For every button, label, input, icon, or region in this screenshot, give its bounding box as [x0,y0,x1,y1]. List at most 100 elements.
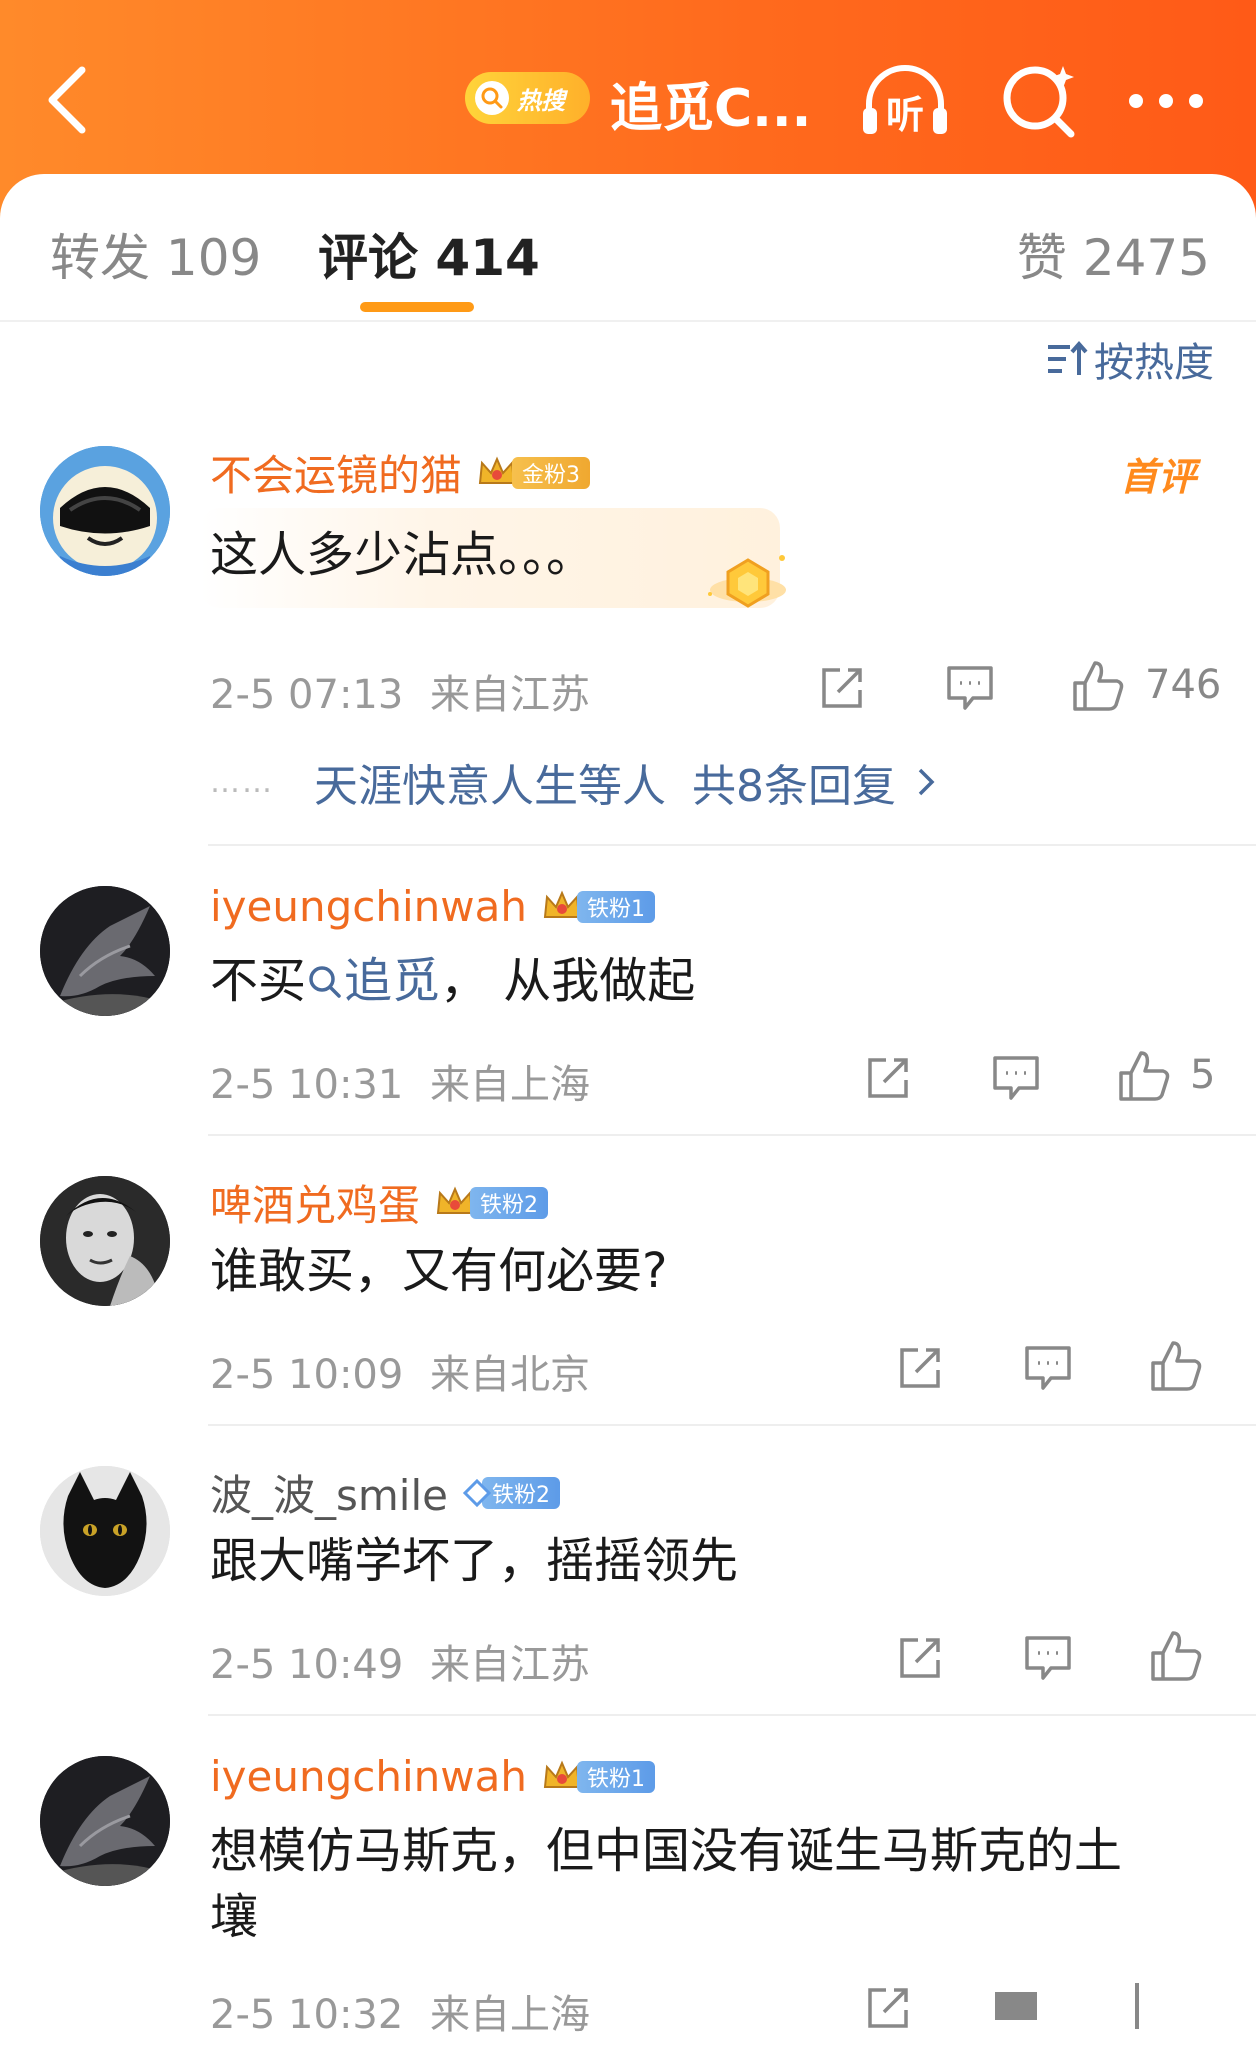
reply-button[interactable] [1018,1628,1078,1688]
reply-button[interactable] [940,658,1000,718]
like-button[interactable] [1146,1336,1206,1396]
comment-username[interactable]: 啤酒兑鸡蛋 铁粉2 [210,1172,549,1233]
share-icon [900,1638,940,1678]
fan-badge-label: 铁粉2 [470,1186,549,1219]
tab-reposts[interactable]: 转发 109 [50,218,261,290]
comment-icon [947,666,993,710]
reply-button[interactable] [1018,1338,1078,1398]
comment-text[interactable]: 不买 追觅， 从我做起 [210,948,695,1014]
comment-meta: 2-5 10:09 来自北京 [210,1342,590,1400]
share-icon [868,1988,908,2028]
active-tab-indicator [360,302,474,312]
replies-count: 共8条回复 [692,761,896,812]
fan-badge-label: 金粉3 [512,456,591,489]
share-button[interactable] [858,1978,918,2038]
search-icon [309,966,341,998]
gold-star-decoration-icon [708,555,786,608]
comment-text[interactable]: 这人多少沾点。。。 [210,522,594,588]
comment-meta: 2-5 10:32 来自上海 [210,1982,590,2040]
fan-badge[interactable]: 铁粉1 [541,1759,655,1794]
share-button[interactable] [890,1628,950,1688]
hot-search-icon [475,81,509,115]
replies-people: 天涯快意人生等人 [314,761,666,812]
fan-badge-label: 铁粉1 [576,1760,655,1793]
comment-icon [1025,1636,1071,1680]
sort-button[interactable]: 按热度 [1046,330,1214,388]
avatar-image [40,1756,170,1886]
reply-prefix-dots: …… [210,764,274,800]
topic-title[interactable]: 追觅C... [610,66,811,141]
comment-divider [208,844,1256,846]
avatar[interactable] [40,1466,170,1596]
diamond-icon [462,1478,492,1507]
avatar-image [40,1466,170,1596]
comment-text[interactable]: 跟大嘴学坏了，摇摇领先 [210,1528,738,1594]
comment-time: 2-5 10:09 [210,1352,404,1398]
like-count: 5 [1190,1052,1216,1098]
share-button[interactable] [812,658,872,718]
view-replies-link[interactable]: …… 天涯快意人生等人 共8条回复 [210,750,936,814]
avatar-image [40,446,170,576]
fan-badge[interactable]: 金粉3 [476,455,591,490]
listen-button[interactable]: 听 [855,58,955,144]
avatar[interactable] [40,1756,170,1886]
topic-link[interactable]: 追觅 [306,953,440,1009]
comment-meta: 2-5 10:49 来自江苏 [210,1632,590,1690]
comment-time: 2-5 10:31 [210,1062,404,1108]
thumbs-up-icon [1073,661,1124,711]
sort-label: 按热度 [1094,340,1214,386]
comment-text-part: ， 从我做起 [440,953,696,1009]
comment-text-line: 想模仿马斯克，但中国没有诞生马斯克的土 [210,1823,1123,1879]
comment-time: 2-5 07:13 [210,672,404,718]
like-button[interactable] [1114,1046,1174,1106]
comment-text-line: 壤 [210,1889,259,1945]
comment-time: 2-5 10:32 [210,1992,404,2038]
like-button[interactable] [1146,1626,1206,1686]
first-comment-tag: 首评 [1119,455,1196,499]
username-text: 波_波_smile [210,1471,448,1520]
comment-icon [995,1992,1037,2020]
username-text: iyeungchinwah [210,882,527,931]
thumbs-up-icon [1151,1341,1202,1391]
topic-link-text: 追觅 [344,953,441,1009]
tab-comments[interactable]: 评论 414 [318,218,540,290]
avatar[interactable] [40,1176,170,1306]
search-icon [1003,66,1075,138]
comment-divider [208,1424,1256,1426]
fan-badge-label: 铁粉2 [481,1476,560,1509]
tab-likes[interactable]: 赞 2475 [1017,218,1210,290]
like-button[interactable] [1068,656,1128,716]
comment-location: 来自江苏 [430,1642,591,1688]
fan-badge[interactable]: 铁粉2 [462,1476,560,1510]
share-button[interactable] [858,1048,918,1108]
back-button[interactable] [40,60,100,140]
avatar-image [40,886,170,1016]
like-button[interactable] [1114,1976,1174,2036]
tabs-divider [0,320,1256,322]
comment-username[interactable]: iyeungchinwah 铁粉1 [210,1752,655,1801]
comment-username[interactable]: 波_波_smile 铁粉2 [210,1462,560,1523]
fan-badge[interactable]: 铁粉1 [541,889,655,924]
thumbs-up-icon [1151,1631,1202,1681]
comment-location: 来自北京 [430,1352,591,1398]
reply-button[interactable] [986,1978,1046,2038]
more-icon [1129,94,1203,108]
comment-username[interactable]: 不会运镜的猫 金粉3 [210,442,591,503]
avatar[interactable] [40,886,170,1016]
comment-username[interactable]: iyeungchinwah 铁粉1 [210,882,655,931]
share-icon [900,1348,940,1388]
hot-search-badge[interactable]: 热搜 [465,72,590,124]
comment-text-part: 不买 [210,953,307,1009]
fan-badge[interactable]: 铁粉2 [434,1185,549,1220]
avatar[interactable] [40,446,170,576]
share-button[interactable] [890,1338,950,1398]
search-button[interactable] [990,58,1090,144]
comment-time: 2-5 10:49 [210,1642,404,1688]
comment-text[interactable]: 想模仿马斯克，但中国没有诞生马斯克的土 壤 [210,1818,1122,1950]
comment-meta: 2-5 10:31 来自上海 [210,1052,590,1110]
share-icon [822,668,862,708]
reply-button[interactable] [986,1048,1046,1108]
comment-text[interactable]: 谁敢买，又有何必要? [210,1238,667,1304]
more-button[interactable] [1116,58,1216,144]
username-text: 啤酒兑鸡蛋 [210,1181,421,1230]
